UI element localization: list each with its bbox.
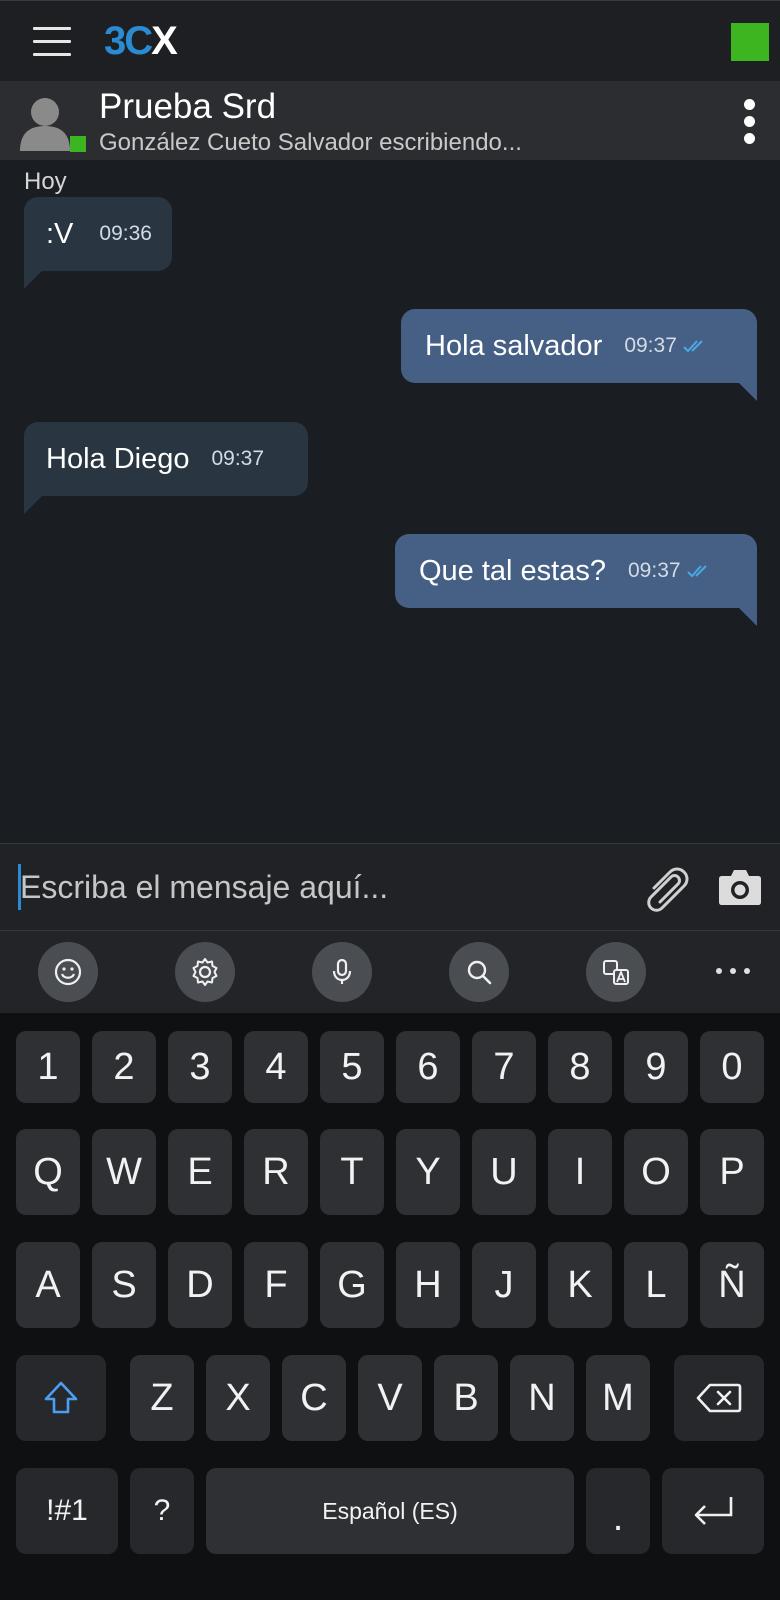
message-bubble-outgoing[interactable]: Que tal estas? 09:37 xyxy=(395,534,757,608)
key-d[interactable]: D xyxy=(168,1242,232,1328)
message-text: Hola Diego xyxy=(46,442,190,475)
key-r[interactable]: R xyxy=(244,1129,308,1215)
key-o[interactable]: O xyxy=(624,1129,688,1215)
search-icon[interactable] xyxy=(449,942,509,1002)
question-key[interactable]: ? xyxy=(130,1468,194,1554)
translate-icon[interactable] xyxy=(586,942,646,1002)
more-options-icon[interactable] xyxy=(740,99,760,145)
key-u[interactable]: U xyxy=(472,1129,536,1215)
shift-key[interactable] xyxy=(16,1355,106,1441)
key-3[interactable]: 3 xyxy=(168,1031,232,1103)
key-v[interactable]: V xyxy=(358,1355,422,1441)
key-t[interactable]: T xyxy=(320,1129,384,1215)
camera-icon[interactable] xyxy=(718,866,762,906)
avatar-icon[interactable] xyxy=(18,93,72,151)
contact-presence-badge xyxy=(70,136,86,152)
key-h[interactable]: H xyxy=(396,1242,460,1328)
bubble-tail xyxy=(739,608,757,626)
key-2[interactable]: 2 xyxy=(92,1031,156,1103)
key-x[interactable]: X xyxy=(206,1355,270,1441)
key-8[interactable]: 8 xyxy=(548,1031,612,1103)
day-separator: Hoy xyxy=(24,168,67,195)
key-a[interactable]: A xyxy=(16,1242,80,1328)
menu-icon[interactable] xyxy=(33,23,73,59)
more-icon[interactable] xyxy=(716,965,752,979)
symbols-key[interactable]: !#1 xyxy=(16,1468,118,1554)
backspace-icon xyxy=(696,1383,742,1413)
key-w[interactable]: W xyxy=(92,1129,156,1215)
chat-title: Prueba Srd xyxy=(99,87,277,126)
key-k[interactable]: K xyxy=(548,1242,612,1328)
read-receipt-icon xyxy=(686,565,707,578)
app-logo: 3CX xyxy=(104,19,178,63)
microphone-icon[interactable] xyxy=(312,942,372,1002)
attachment-icon[interactable] xyxy=(640,864,692,916)
key-4[interactable]: 4 xyxy=(244,1031,308,1103)
bubble-tail xyxy=(24,496,42,514)
key-g[interactable]: G xyxy=(320,1242,384,1328)
key-z[interactable]: Z xyxy=(130,1355,194,1441)
space-key[interactable]: Español (ES) xyxy=(206,1468,574,1554)
message-list[interactable]: Hoy :V 09:36 Hola salvador 09:37 Hola Di… xyxy=(0,160,780,843)
shift-icon xyxy=(44,1381,78,1414)
emoji-icon[interactable] xyxy=(38,942,98,1002)
key-1[interactable]: 1 xyxy=(16,1031,80,1103)
chat-header: Prueba Srd González Cueto Salvador escri… xyxy=(0,81,780,160)
message-time: 09:37 xyxy=(211,447,265,470)
app-top-bar: 3CX xyxy=(0,0,780,81)
key-s[interactable]: S xyxy=(92,1242,156,1328)
backspace-key[interactable] xyxy=(674,1355,764,1441)
read-receipt-icon xyxy=(683,340,703,353)
enter-icon xyxy=(694,1497,733,1525)
message-time: 09:37 xyxy=(624,334,677,357)
key-m[interactable]: M xyxy=(586,1355,650,1441)
typing-status: González Cueto Salvador escribiendo... xyxy=(99,129,522,156)
message-text: :V xyxy=(46,217,74,250)
bubble-tail xyxy=(739,383,757,401)
message-composer xyxy=(0,843,780,931)
message-bubble-incoming[interactable]: :V 09:36 xyxy=(24,197,172,271)
message-time: 09:37 xyxy=(628,559,681,582)
bubble-tail xyxy=(24,271,42,289)
key-6[interactable]: 6 xyxy=(396,1031,460,1103)
message-text: Que tal estas? xyxy=(419,554,606,587)
enter-key[interactable] xyxy=(662,1468,764,1554)
period-key[interactable]: . xyxy=(586,1468,650,1554)
key-5[interactable]: 5 xyxy=(320,1031,384,1103)
settings-icon[interactable] xyxy=(175,942,235,1002)
message-bubble-incoming[interactable]: Hola Diego 09:37 xyxy=(24,422,308,496)
message-bubble-outgoing[interactable]: Hola salvador 09:37 xyxy=(401,309,757,383)
key-l[interactable]: L xyxy=(624,1242,688,1328)
key-y[interactable]: Y xyxy=(396,1129,460,1215)
on-screen-keyboard: 1 2 3 4 5 6 7 8 9 0 Q W E R T Y U I O P … xyxy=(0,1013,780,1600)
key-q[interactable]: Q xyxy=(16,1129,80,1215)
message-input[interactable] xyxy=(20,858,620,916)
key-c[interactable]: C xyxy=(282,1355,346,1441)
key-0[interactable]: 0 xyxy=(700,1031,764,1103)
key-n[interactable]: N xyxy=(510,1355,574,1441)
key-i[interactable]: I xyxy=(548,1129,612,1215)
key-b[interactable]: B xyxy=(434,1355,498,1441)
key-p[interactable]: P xyxy=(700,1129,764,1215)
key-7[interactable]: 7 xyxy=(472,1031,536,1103)
key-j[interactable]: J xyxy=(472,1242,536,1328)
message-time: 09:36 xyxy=(99,222,152,245)
key-9[interactable]: 9 xyxy=(624,1031,688,1103)
presence-status-indicator[interactable] xyxy=(731,23,769,61)
keyboard-toolbar xyxy=(0,931,780,1013)
message-text: Hola salvador xyxy=(425,329,603,362)
key-f[interactable]: F xyxy=(244,1242,308,1328)
key-e[interactable]: E xyxy=(168,1129,232,1215)
key-enye[interactable]: Ñ xyxy=(700,1242,764,1328)
